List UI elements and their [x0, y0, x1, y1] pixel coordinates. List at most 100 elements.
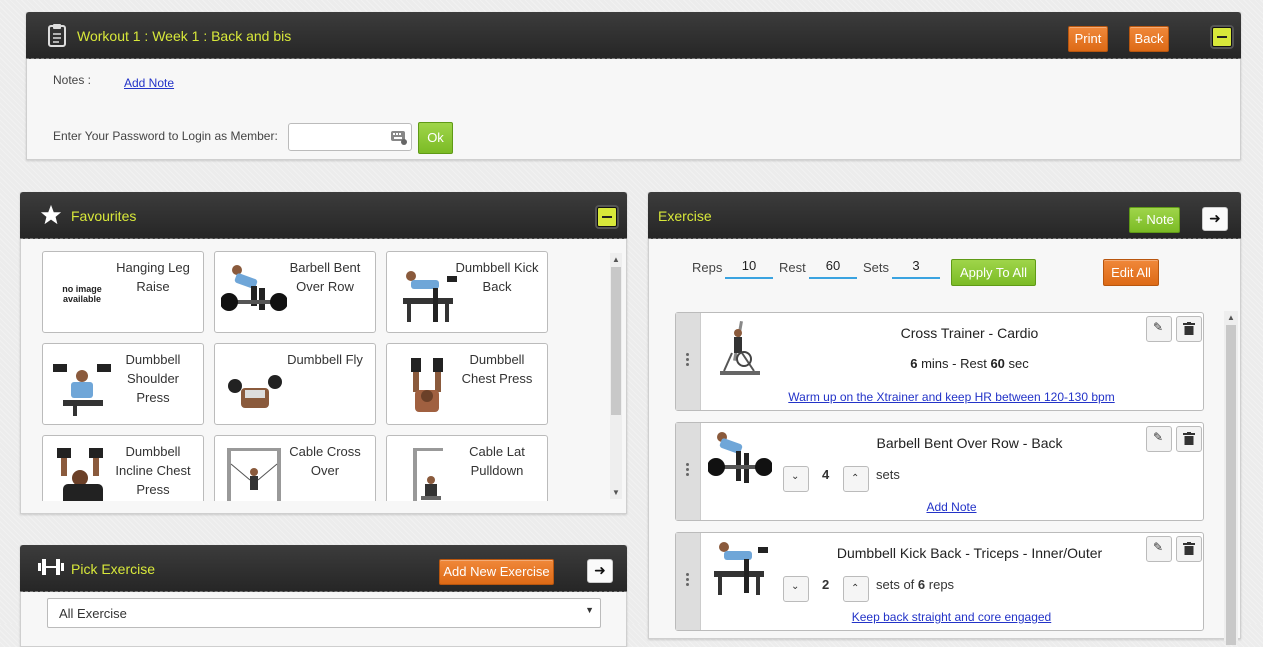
increase-sets-button[interactable]: ⌃	[843, 576, 869, 602]
favourites-scrollbar[interactable]: ▲ ▼	[610, 253, 622, 499]
arrow-right-button[interactable]: ➜	[1202, 207, 1228, 231]
reps-input[interactable]: 10	[725, 255, 773, 279]
exercise-scrollbar[interactable]: ▲	[1224, 311, 1238, 645]
exercise-note-link[interactable]: Warm up on the Xtrainer and keep HR betw…	[700, 390, 1203, 404]
sets-text: sets	[876, 467, 900, 482]
delete-button[interactable]	[1176, 426, 1202, 452]
sets-count: 4	[822, 467, 830, 482]
add-note-link[interactable]: Add Note	[124, 76, 174, 90]
sets-reps-text: sets of 6 reps	[876, 577, 954, 592]
favourite-label: Cable Cross Over	[289, 444, 361, 478]
exercise-thumbnail	[57, 448, 103, 501]
pick-exercise-header: Pick Exercise Add New Exercise ➜	[20, 545, 627, 592]
exercise-title: Exercise	[658, 208, 712, 224]
chevron-up-icon: ⌃	[851, 473, 860, 484]
pencil-icon: ✎	[1153, 430, 1164, 444]
favourite-label: Dumbbell Kick Back	[455, 260, 539, 294]
scroll-down-icon[interactable]: ▼	[612, 488, 620, 497]
delete-button[interactable]	[1176, 536, 1202, 562]
favourite-card[interactable]: Cable Lat Pulldown	[386, 435, 548, 501]
exercise-thumbnail	[411, 358, 443, 412]
star-icon	[40, 204, 62, 229]
trash-icon	[1183, 542, 1195, 555]
drag-handle[interactable]	[676, 533, 701, 630]
favourites-header: Favourites	[20, 192, 627, 239]
exercise-card-title: Barbell Bent Over Row - Back	[876, 435, 1063, 451]
password-label: Enter Your Password to Login as Member:	[53, 129, 278, 143]
pencil-icon: ✎	[1153, 540, 1164, 554]
edit-button[interactable]: ✎	[1146, 536, 1172, 562]
chevron-down-icon: ▼	[585, 605, 594, 615]
add-note-button[interactable]: + Note	[1129, 207, 1180, 233]
favourite-card[interactable]: Dumbbell Shoulder Press	[42, 343, 204, 425]
drag-handle[interactable]	[676, 423, 701, 520]
drag-handle[interactable]	[676, 313, 701, 410]
pick-exercise-panel: Pick Exercise Add New Exercise ➜ All Exe…	[20, 545, 627, 647]
chevron-down-icon: ⌄	[791, 471, 800, 482]
back-button[interactable]: Back	[1129, 26, 1169, 52]
apply-to-all-button[interactable]: Apply To All	[951, 259, 1036, 286]
detail-text: sec	[1004, 356, 1029, 371]
no-image-placeholder: no image available	[62, 284, 102, 304]
sets-input[interactable]: 3	[892, 255, 940, 279]
favourite-card[interactable]: Barbell Bent Over Row	[214, 251, 376, 333]
increase-sets-button[interactable]: ⌃	[843, 466, 869, 492]
delete-button[interactable]	[1176, 316, 1202, 342]
notes-label: Notes :	[53, 73, 92, 87]
sets-text: sets of	[876, 577, 918, 592]
collapse-icon[interactable]	[1212, 27, 1232, 47]
arrow-right-button[interactable]: ➜	[587, 559, 613, 583]
favourite-card[interactable]: Dumbbell Fly	[214, 343, 376, 425]
decrease-sets-button[interactable]: ⌄	[783, 576, 809, 602]
sets-count: 2	[822, 577, 830, 592]
trash-icon	[1183, 432, 1195, 445]
pick-exercise-title: Pick Exercise	[71, 561, 156, 577]
ok-button[interactable]: Ok	[418, 122, 453, 154]
exercise-card[interactable]: Dumbbell Kick Back - Triceps - Inner/Out…	[675, 532, 1204, 631]
edit-button[interactable]: ✎	[1146, 426, 1172, 452]
rest-input[interactable]: 60	[809, 255, 857, 279]
exercise-card[interactable]: Cross Trainer - Cardio 6 mins - Rest 60 …	[675, 312, 1204, 411]
pencil-icon: ✎	[1153, 320, 1164, 334]
exercise-header: Exercise + Note ➜	[648, 192, 1241, 239]
exercise-card-title: Dumbbell Kick Back - Triceps - Inner/Out…	[836, 545, 1103, 561]
dumbbell-icon	[38, 558, 64, 579]
collapse-icon[interactable]	[597, 207, 617, 227]
exercise-card-title: Cross Trainer - Cardio	[900, 325, 1039, 341]
favourite-card[interactable]: Dumbbell Chest Press	[386, 343, 548, 425]
scroll-thumb[interactable]	[611, 267, 621, 415]
favourites-title: Favourites	[71, 208, 137, 224]
edit-button[interactable]: ✎	[1146, 316, 1172, 342]
scroll-up-icon[interactable]: ▲	[612, 255, 620, 264]
exercise-thumbnail	[708, 432, 772, 483]
keyboard-icon[interactable]	[391, 129, 407, 148]
arrow-right-icon: ➜	[594, 562, 606, 578]
chevron-down-icon: ⌄	[791, 581, 800, 592]
scroll-thumb[interactable]	[1226, 325, 1236, 645]
favourite-card[interactable]: Dumbbell Kick Back	[386, 251, 548, 333]
favourite-card[interactable]: Cable Cross Over	[214, 435, 376, 501]
edit-all-button[interactable]: Edit All	[1103, 259, 1159, 286]
favourites-viewport: Dumbbell Incline Chest Press Cable Cross…	[21, 435, 611, 501]
scroll-up-icon[interactable]: ▲	[1227, 313, 1235, 322]
clipboard-icon	[48, 23, 66, 50]
exercise-thumbnail	[413, 448, 443, 501]
print-button[interactable]: Print	[1068, 26, 1108, 52]
trash-icon	[1183, 322, 1195, 335]
detail-text: mins - Rest	[917, 356, 991, 371]
favourite-label: Hanging Leg Raise	[116, 260, 190, 294]
favourite-label: Dumbbell Shoulder Press	[125, 352, 181, 405]
exercise-thumbnail	[228, 375, 282, 408]
add-new-exercise-button[interactable]: Add New Exercise	[439, 559, 554, 585]
decrease-sets-button[interactable]: ⌄	[783, 466, 809, 492]
password-input[interactable]	[288, 123, 412, 151]
favourite-card[interactable]: Dumbbell Incline Chest Press	[42, 435, 204, 501]
exercise-select-value: All Exercise	[59, 606, 127, 621]
workout-panel: Workout 1 : Week 1 : Back and bis Print …	[26, 12, 1241, 160]
exercise-note-link[interactable]: Keep back straight and core engaged	[700, 610, 1203, 624]
exercise-card[interactable]: Barbell Bent Over Row - Back ⌄ 4 ⌃ sets …	[675, 422, 1204, 521]
favourite-label: Dumbbell Fly	[287, 352, 363, 367]
favourite-card[interactable]: no image available Hanging Leg Raise	[42, 251, 204, 333]
exercise-note-link[interactable]: Add Note	[700, 500, 1203, 514]
reps-label: Reps	[692, 260, 723, 275]
